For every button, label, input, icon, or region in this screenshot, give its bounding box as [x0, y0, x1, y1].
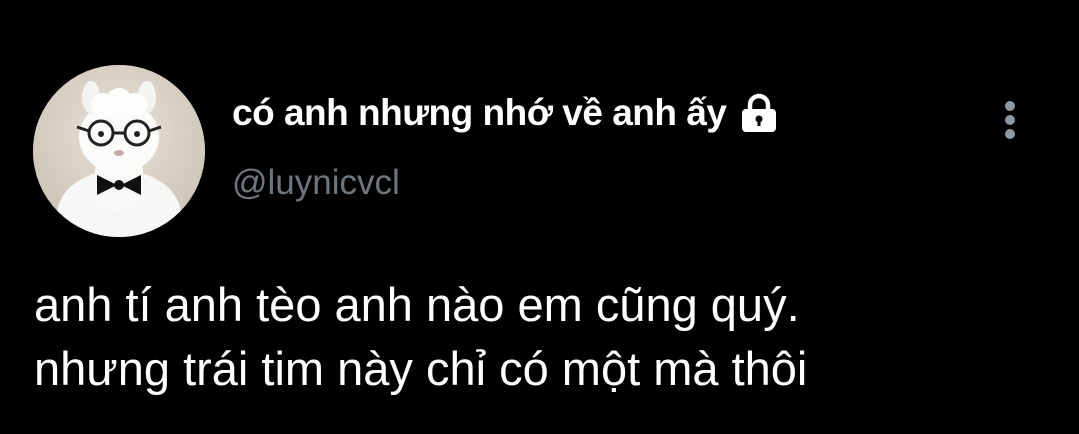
handle[interactable]: @luynicvcl: [232, 163, 400, 203]
display-name-row: có anh nhưng nhớ về anh ấy: [232, 88, 782, 138]
more-button[interactable]: [996, 98, 1024, 142]
alpaca-avatar-image: [33, 65, 205, 237]
lock-icon: [736, 93, 782, 133]
more-vertical-icon: [1005, 101, 1015, 139]
tweet-line: anh tí anh tèo anh nào em cũng quý.: [34, 278, 800, 331]
tweet-line: nhưng trái tim này chỉ có một mà thôi: [34, 342, 808, 395]
tweet: có anh nhưng nhớ về anh ấy @luynicvcl an…: [0, 0, 1079, 434]
avatar[interactable]: [33, 65, 205, 237]
tweet-text: anh tí anh tèo anh nào em cũng quý. nhưn…: [34, 273, 1064, 401]
display-name[interactable]: có anh nhưng nhớ về anh ấy: [232, 92, 727, 134]
